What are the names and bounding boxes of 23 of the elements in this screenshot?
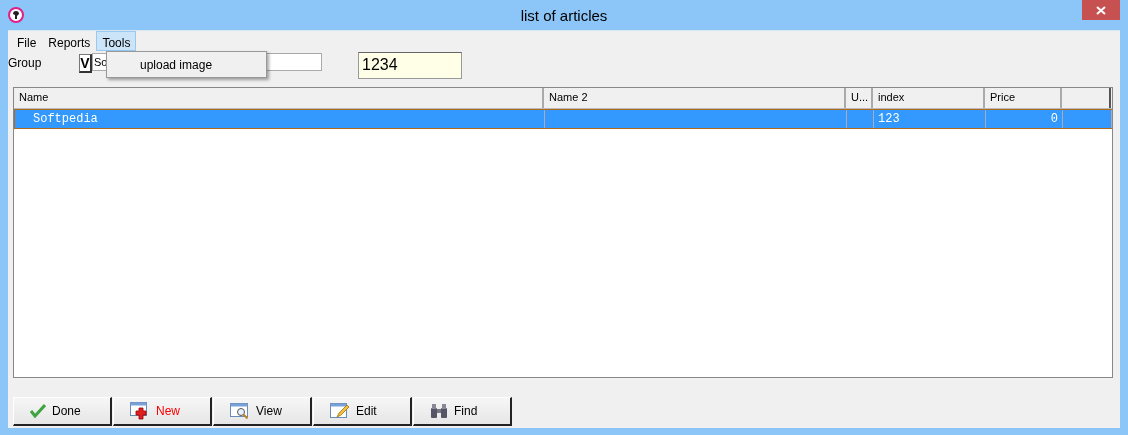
window-magnifier-icon <box>230 402 250 420</box>
menu-item[interactable]: Reports <box>42 31 97 51</box>
edit-button[interactable]: Edit <box>313 397 412 426</box>
check-icon <box>30 404 46 418</box>
find-button[interactable]: Find <box>413 397 512 426</box>
close-icon <box>1096 5 1106 15</box>
app-icon <box>8 7 24 23</box>
close-button[interactable] <box>1082 0 1120 20</box>
table-cell: Softpedia <box>33 112 98 126</box>
group-label: Group <box>8 56 43 70</box>
done-button[interactable]: Done <box>13 397 112 426</box>
window-plus-icon <box>130 402 150 420</box>
code-field[interactable]: 1234 <box>358 52 462 79</box>
menu-item[interactable]: Tools <box>96 31 137 51</box>
view-button[interactable]: View <box>213 397 312 426</box>
table-cell: 0 <box>1050 112 1058 126</box>
binoculars-icon <box>430 403 448 419</box>
table-cell: 123 <box>878 112 900 126</box>
window-title: list of articles <box>520 6 608 24</box>
menu-entry[interactable]: upload image <box>140 57 213 72</box>
menu-item[interactable]: File <box>11 31 43 51</box>
toggle-button[interactable]: V <box>79 54 92 73</box>
window-pencil-icon <box>330 402 350 420</box>
